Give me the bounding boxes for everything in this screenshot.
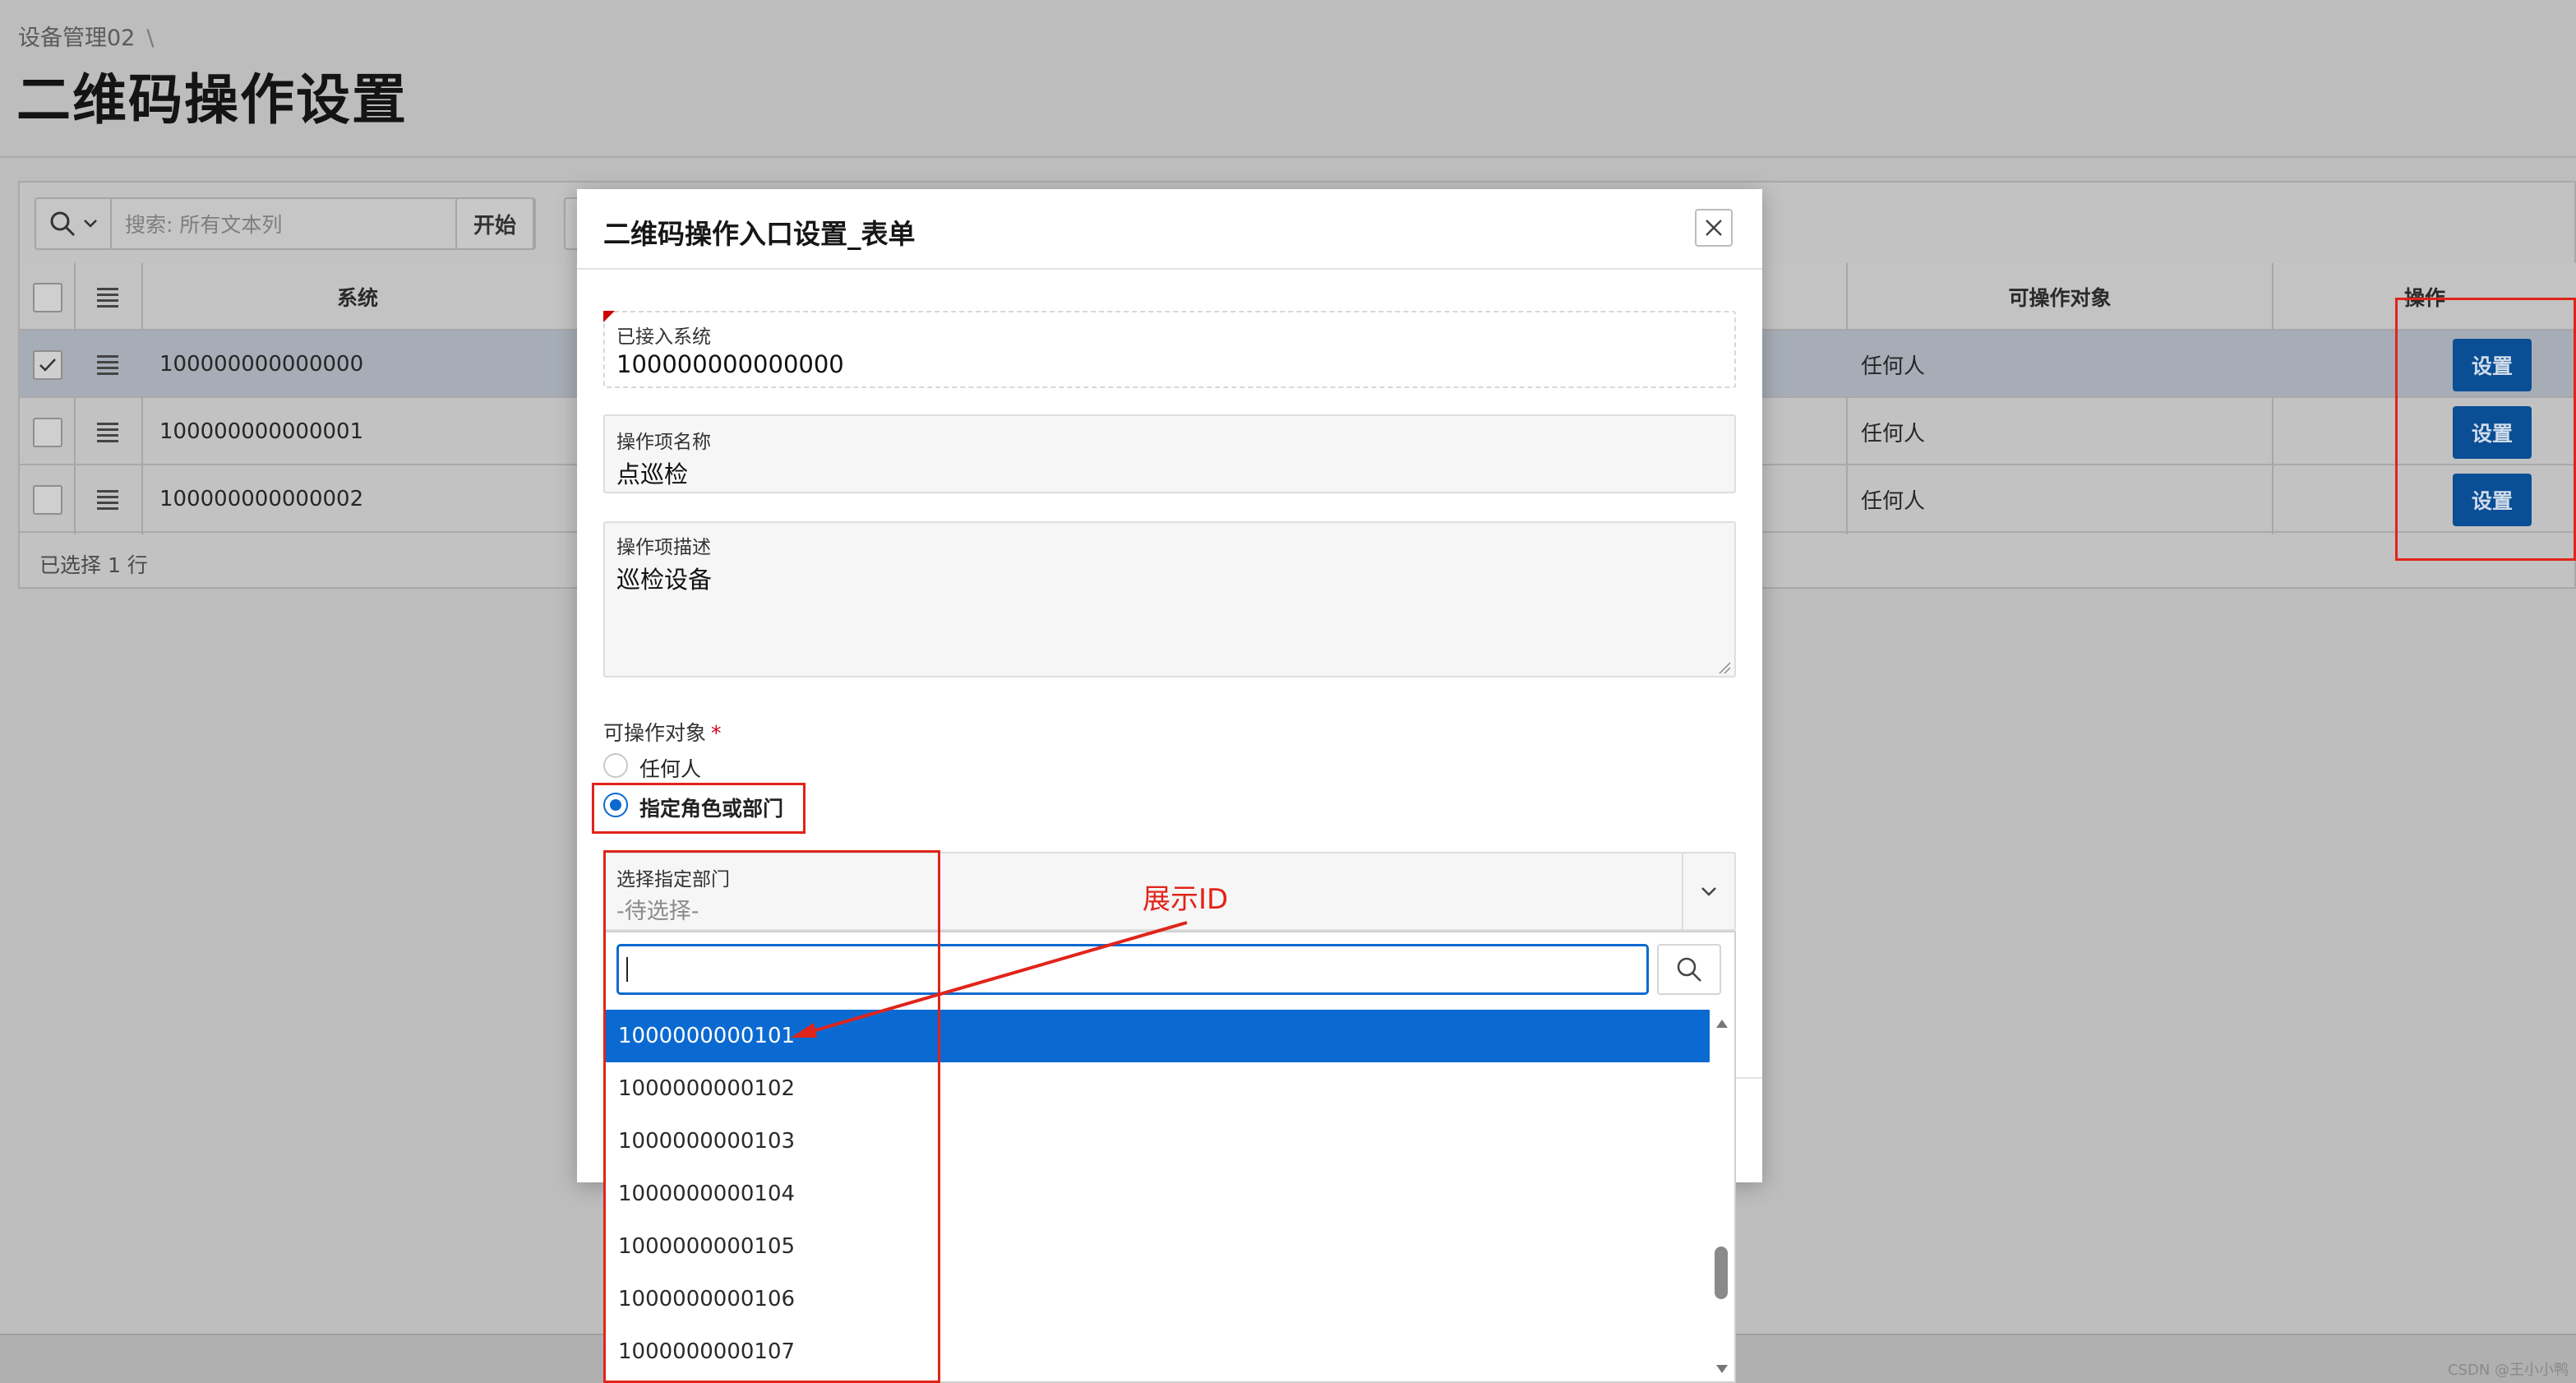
annotation-arrow <box>791 921 1188 1038</box>
